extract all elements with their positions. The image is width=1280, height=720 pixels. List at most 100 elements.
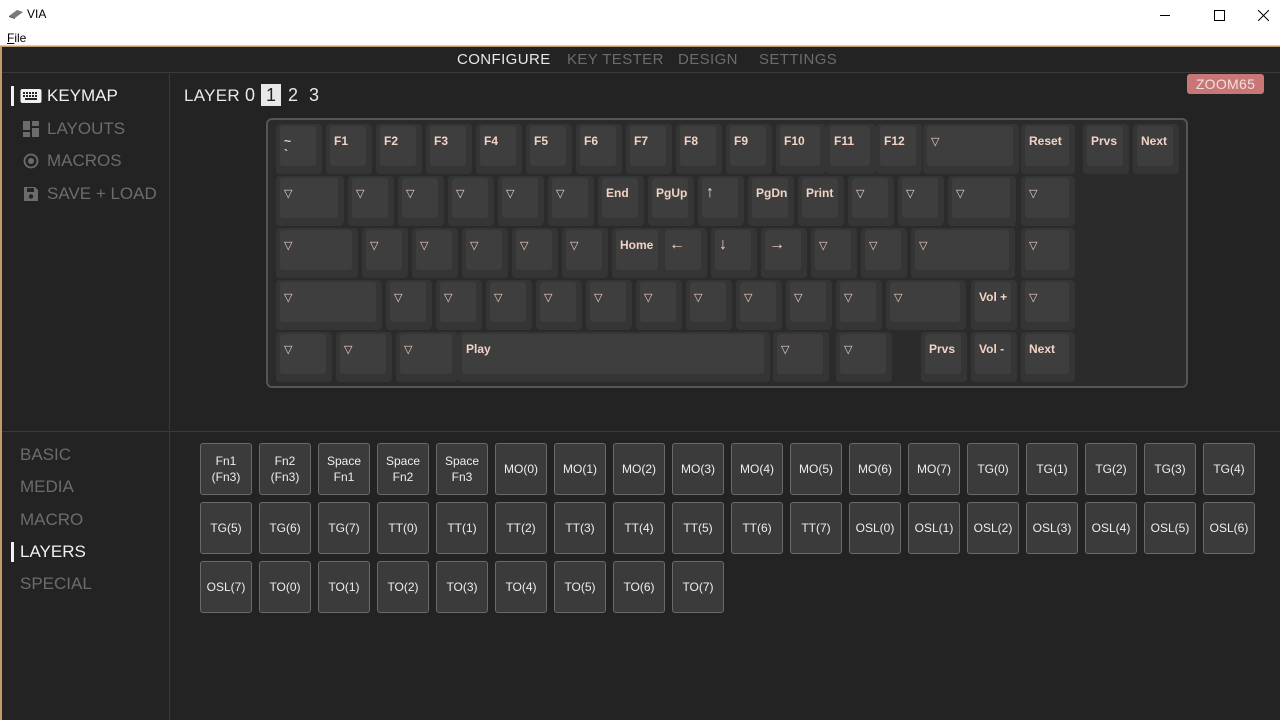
keycode-button[interactable]: TO(6)	[613, 561, 665, 613]
key-r0-k16[interactable]: Next	[1133, 124, 1179, 174]
keycode-button[interactable]: Space Fn1	[318, 443, 370, 495]
key-r1-k7[interactable]: PgUp	[648, 176, 694, 226]
key-r2-k10[interactable]: ▽	[811, 228, 857, 278]
key-r3-k3[interactable]: ▽	[486, 280, 532, 330]
key-r0-k12[interactable]: F12	[876, 124, 922, 174]
key-r1-k13[interactable]: ▽	[948, 176, 1016, 226]
key-r2-k6[interactable]: Home	[612, 228, 664, 278]
key-r2-k11[interactable]: ▽	[861, 228, 907, 278]
sidebar-item-layouts[interactable]: LAYOUTS	[2, 117, 125, 141]
key-r4-k7[interactable]: Vol -	[971, 332, 1017, 382]
key-r3-k4[interactable]: ▽	[536, 280, 582, 330]
keycode-button[interactable]: MO(5)	[790, 443, 842, 495]
key-r3-k13[interactable]: ▽	[1021, 280, 1075, 330]
keycode-button[interactable]: TG(6)	[259, 502, 311, 554]
key-r0-k5[interactable]: F5	[526, 124, 572, 174]
key-r0-k3[interactable]: F3	[426, 124, 472, 174]
key-r0-k4[interactable]: F4	[476, 124, 522, 174]
keycode-button[interactable]: MO(7)	[908, 443, 960, 495]
tab-settings[interactable]: SETTINGS	[759, 51, 837, 68]
layer-3-button[interactable]: 3	[304, 84, 324, 106]
key-r2-k7[interactable]: ←	[661, 228, 707, 278]
key-r4-k6[interactable]: Prvs	[921, 332, 967, 382]
layer-1-button[interactable]: 1	[261, 84, 281, 106]
key-r3-k9[interactable]: ▽	[786, 280, 832, 330]
key-r3-k12[interactable]: Vol +	[971, 280, 1017, 330]
key-r2-k12[interactable]: ▽	[911, 228, 1015, 278]
keycode-button[interactable]: MO(0)	[495, 443, 547, 495]
keycode-button[interactable]: TT(4)	[613, 502, 665, 554]
keycode-button[interactable]: OSL(2)	[967, 502, 1019, 554]
keycode-button[interactable]: TG(7)	[318, 502, 370, 554]
key-r4-k3[interactable]: Play	[458, 332, 770, 382]
keycode-button[interactable]: OSL(5)	[1144, 502, 1196, 554]
key-r2-k4[interactable]: ▽	[512, 228, 558, 278]
keycode-button[interactable]: TT(1)	[436, 502, 488, 554]
key-r0-k8[interactable]: F8	[676, 124, 722, 174]
key-r0-k15[interactable]: Prvs	[1083, 124, 1129, 174]
key-r0-k13[interactable]: ▽	[923, 124, 1019, 174]
keycode-button[interactable]: OSL(3)	[1026, 502, 1078, 554]
key-r0-k6[interactable]: F6	[576, 124, 622, 174]
tab-configure[interactable]: CONFIGURE	[457, 51, 551, 68]
layer-0-button[interactable]: 0	[240, 84, 260, 106]
key-r1-k3[interactable]: ▽	[448, 176, 494, 226]
keycode-button[interactable]: Space Fn3	[436, 443, 488, 495]
tab-design[interactable]: DESIGN	[678, 51, 738, 68]
key-r1-k0[interactable]: ▽	[276, 176, 344, 226]
key-r0-k11[interactable]: F11	[826, 124, 876, 174]
key-r1-k11[interactable]: ▽	[848, 176, 894, 226]
category-basic[interactable]: BASIC	[2, 444, 71, 466]
key-r3-k8[interactable]: ▽	[736, 280, 782, 330]
key-r4-k8[interactable]: Next	[1021, 332, 1075, 382]
key-r2-k3[interactable]: ▽	[462, 228, 508, 278]
key-r1-k5[interactable]: ▽	[548, 176, 594, 226]
keycode-button[interactable]: OSL(1)	[908, 502, 960, 554]
keycode-button[interactable]: MO(2)	[613, 443, 665, 495]
key-r3-k2[interactable]: ▽	[436, 280, 482, 330]
category-media[interactable]: MEDIA	[2, 476, 74, 498]
key-r0-k2[interactable]: F2	[376, 124, 422, 174]
keycode-button[interactable]: Space Fn2	[377, 443, 429, 495]
layer-2-button[interactable]: 2	[283, 84, 303, 106]
key-r4-k5[interactable]: ▽	[836, 332, 892, 382]
key-r0-k14[interactable]: Reset	[1021, 124, 1075, 174]
key-r3-k7[interactable]: ▽	[686, 280, 732, 330]
keycode-button[interactable]: TO(3)	[436, 561, 488, 613]
keycode-button[interactable]: TG(4)	[1203, 443, 1255, 495]
close-button[interactable]	[1240, 0, 1280, 30]
category-macro[interactable]: MACRO	[2, 509, 83, 531]
key-r2-k0[interactable]: ▽	[276, 228, 358, 278]
keycode-button[interactable]: OSL(6)	[1203, 502, 1255, 554]
key-r3-k11[interactable]: ▽	[886, 280, 966, 330]
keycode-button[interactable]: TT(3)	[554, 502, 606, 554]
keycode-button[interactable]: OSL(7)	[200, 561, 252, 613]
key-r1-k6[interactable]: End	[598, 176, 644, 226]
key-r2-k5[interactable]: ▽	[562, 228, 608, 278]
key-r1-k10[interactable]: Print	[798, 176, 844, 226]
key-r1-k9[interactable]: PgDn	[748, 176, 794, 226]
key-r1-k12[interactable]: ▽	[898, 176, 944, 226]
key-r1-k14[interactable]: ▽	[1021, 176, 1075, 226]
key-r2-k13[interactable]: ▽	[1021, 228, 1075, 278]
category-layers[interactable]: LAYERS	[2, 541, 86, 563]
maximize-button[interactable]	[1196, 0, 1242, 30]
keycode-button[interactable]: TO(4)	[495, 561, 547, 613]
key-r1-k4[interactable]: ▽	[498, 176, 544, 226]
keycode-button[interactable]: OSL(0)	[849, 502, 901, 554]
keycode-button[interactable]: MO(6)	[849, 443, 901, 495]
key-r1-k8[interactable]: ↑	[698, 176, 744, 226]
key-r0-k10[interactable]: F10	[776, 124, 826, 174]
sidebar-item-save-load[interactable]: SAVE + LOAD	[2, 182, 157, 206]
keycode-button[interactable]: TG(3)	[1144, 443, 1196, 495]
keycode-button[interactable]: TT(5)	[672, 502, 724, 554]
key-r4-k1[interactable]: ▽	[336, 332, 392, 382]
keycode-button[interactable]: TG(2)	[1085, 443, 1137, 495]
keycode-button[interactable]: TT(7)	[790, 502, 842, 554]
key-r4-k4[interactable]: ▽	[773, 332, 829, 382]
key-r3-k1[interactable]: ▽	[386, 280, 432, 330]
keycode-button[interactable]: MO(1)	[554, 443, 606, 495]
keycode-button[interactable]: TO(0)	[259, 561, 311, 613]
key-r2-k2[interactable]: ▽	[412, 228, 458, 278]
key-r0-k0[interactable]: ~ `	[276, 124, 322, 174]
